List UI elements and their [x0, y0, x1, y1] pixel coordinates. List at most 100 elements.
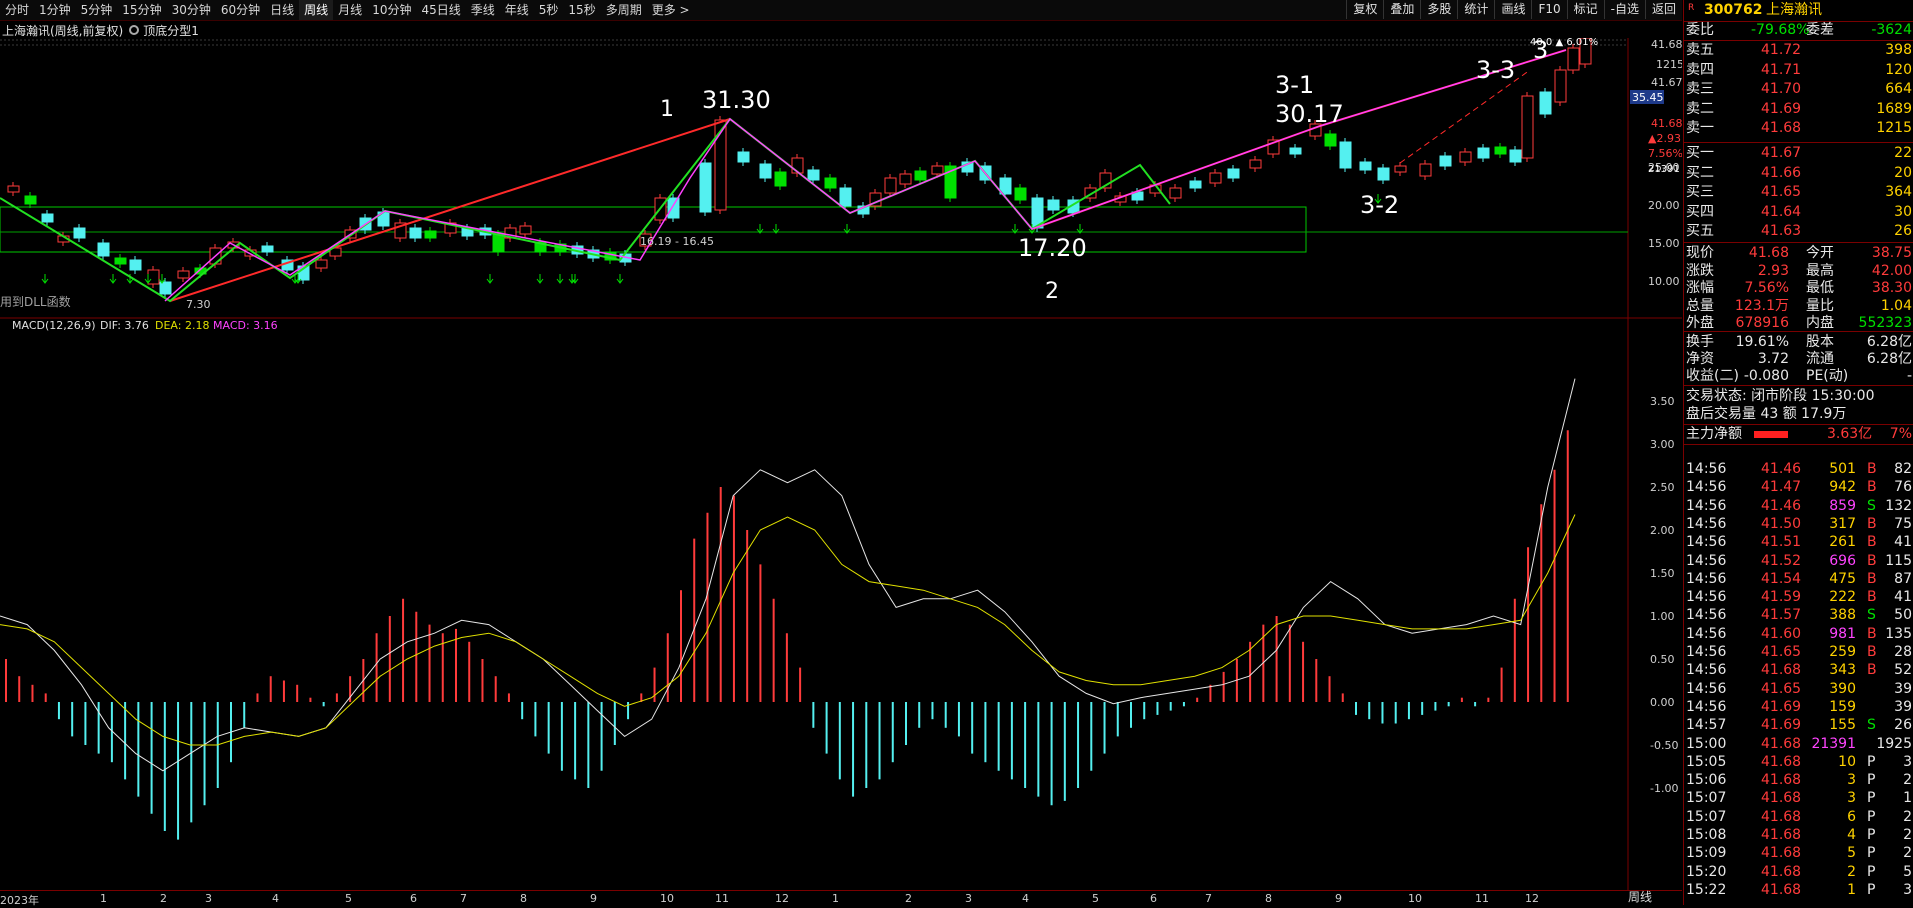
period-tab[interactable]: 30分钟	[167, 0, 216, 20]
bid-row: 买二 41.66 20	[1684, 165, 1913, 182]
r-badge-icon: R	[1688, 3, 1695, 13]
stat-value: 6.28亿	[1866, 351, 1912, 367]
formula-label[interactable]: 顶底分型1	[143, 22, 199, 39]
tick-time: 14:56	[1686, 515, 1727, 532]
toolbar-button[interactable]: 叠加	[1383, 0, 1420, 19]
candle-body	[1189, 180, 1202, 189]
bottom-fractal-arrow	[41, 274, 49, 284]
bid-volume: 26	[1894, 223, 1912, 239]
tick-price: 41.51	[1761, 534, 1802, 551]
toolbar-button[interactable]: 复权	[1346, 0, 1383, 19]
top-note: 40.0 ▲ 6.01%	[1530, 38, 1598, 48]
tick-row: 14:56 41.52 696 B 115	[1684, 553, 1913, 570]
annotation-17-20: 17.20	[1018, 234, 1087, 262]
dif-line	[0, 378, 1576, 772]
tick-direction: P	[1867, 790, 1876, 807]
period-tab[interactable]: 45日线	[416, 0, 465, 20]
tick-direction: B	[1867, 479, 1877, 496]
tick-time: 14:56	[1686, 644, 1727, 660]
stat-label: 流通	[1806, 351, 1834, 367]
toolbar-button[interactable]: 多股	[1420, 0, 1457, 19]
ask-row: 卖四 41.71 120	[1684, 62, 1913, 79]
toolbar-button[interactable]: 画线	[1494, 0, 1531, 19]
tick-volume: 942	[1829, 479, 1856, 496]
time-tick: 5	[1092, 892, 1099, 905]
tick-volume: 3	[1847, 772, 1856, 789]
main-fund-label: 主力净额	[1686, 426, 1742, 442]
stat-row: 现价 41.68 今开 38.75	[1684, 245, 1913, 262]
stat-value: 123.1万	[1734, 297, 1789, 314]
stat-row: 收益(二) -0.080 PE(动) -	[1684, 368, 1913, 385]
period-tab[interactable]: 年线	[500, 0, 534, 20]
tick-row: 14:56 41.46 501 B 82	[1684, 461, 1913, 478]
tick-price: 41.68	[1761, 790, 1802, 807]
macd-axis-tick: 0.00	[1650, 696, 1675, 709]
tick-row: 15:09 41.68 5 P 2	[1684, 845, 1913, 862]
toolbar-button[interactable]: 返回	[1644, 0, 1682, 19]
candle-body	[699, 162, 712, 213]
period-tab[interactable]: 月线	[333, 0, 367, 20]
period-tab[interactable]: 季线	[466, 0, 500, 20]
after-hours-text: 盘后交易量 43 额 17.9万	[1686, 406, 1847, 422]
bid-label: 买五	[1686, 223, 1714, 239]
tick-price: 41.59	[1761, 589, 1802, 606]
stat-label: 净资	[1686, 351, 1714, 367]
annotation-2: 2	[1045, 279, 1059, 304]
period-tab[interactable]: 1分钟	[34, 0, 76, 20]
period-tab[interactable]: 15分钟	[117, 0, 166, 20]
period-tab[interactable]: 多周期	[601, 0, 647, 20]
top-toolbar: 分时 1分钟 5分钟 15分钟 30分钟 60分钟 日线 周线 月线 10分钟 45日线 季线 年线 5秒…	[0, 0, 1682, 21]
wecha-label: 委差	[1806, 22, 1834, 38]
right-info-pct: 7.56%	[1648, 147, 1682, 160]
period-tab[interactable]: 60分钟	[216, 0, 265, 20]
stat-row: 外盘 678916 内盘 552323	[1684, 315, 1913, 332]
tick-count: 39	[1894, 680, 1912, 697]
period-tab[interactable]: 分时	[0, 0, 34, 20]
candle-body	[1249, 159, 1262, 169]
tick-time: 14:56	[1686, 461, 1727, 477]
toolbar-button[interactable]: F10	[1531, 0, 1566, 19]
tick-price: 41.47	[1761, 479, 1802, 496]
tick-volume: 159	[1829, 698, 1856, 715]
toolbar-button[interactable]: 标记	[1566, 0, 1604, 19]
tick-volume: 2	[1847, 863, 1856, 880]
tick-direction: S	[1867, 497, 1876, 514]
candle-body	[839, 187, 852, 207]
period-tab[interactable]: 日线	[265, 0, 299, 20]
bid-price: 41.63	[1761, 223, 1802, 239]
tick-price: 41.69	[1761, 698, 1802, 715]
tick-count: 2	[1903, 827, 1912, 843]
tick-count: 87	[1894, 570, 1912, 587]
period-tab[interactable]: 更多 >	[647, 0, 695, 20]
tick-time: 14:56	[1686, 662, 1727, 679]
tick-count: 3	[1903, 753, 1912, 770]
tick-row: 15:20 41.68 2 P 5	[1684, 864, 1913, 881]
tick-time: 14:56	[1686, 570, 1727, 587]
tick-time: 14:56	[1686, 479, 1727, 496]
period-tab[interactable]: 15秒	[563, 0, 600, 20]
period-tab[interactable]: 5分钟	[76, 0, 118, 20]
ask-row: 卖三 41.70 664	[1684, 81, 1913, 98]
bid-price: 41.66	[1761, 164, 1802, 181]
kline-chart-area[interactable]: 1 31.30 17.20 2 3-1 30.17 3-2 3-3 3 7.30…	[0, 38, 1682, 890]
toolbar-button[interactable]: 统计	[1457, 0, 1494, 19]
stat-value: -0.080	[1743, 368, 1789, 384]
main-fund-row: 主力净额 3.63亿 7%	[1684, 426, 1913, 443]
period-tab[interactable]: 周线	[299, 0, 334, 20]
toolbar-button[interactable]: -自选	[1603, 0, 1645, 19]
period-tab[interactable]: 5秒	[534, 0, 564, 20]
candle-body	[177, 270, 190, 279]
tick-volume: 859	[1829, 497, 1856, 514]
weekline-tab[interactable]: 周线	[1628, 890, 1682, 905]
ask-volume: 120	[1885, 61, 1912, 78]
stat-label: 今开	[1806, 245, 1834, 261]
period-tab[interactable]: 10分钟	[367, 0, 416, 20]
ask-row: 卖二 41.69 1689	[1684, 101, 1913, 118]
candle-body	[7, 185, 20, 193]
settings-icon[interactable]	[129, 25, 140, 35]
tick-price: 41.57	[1761, 607, 1802, 624]
tick-direction: B	[1867, 662, 1877, 679]
tick-price: 41.68	[1761, 735, 1802, 752]
ask-volume: 398	[1885, 42, 1912, 58]
tick-time: 14:56	[1686, 552, 1727, 569]
